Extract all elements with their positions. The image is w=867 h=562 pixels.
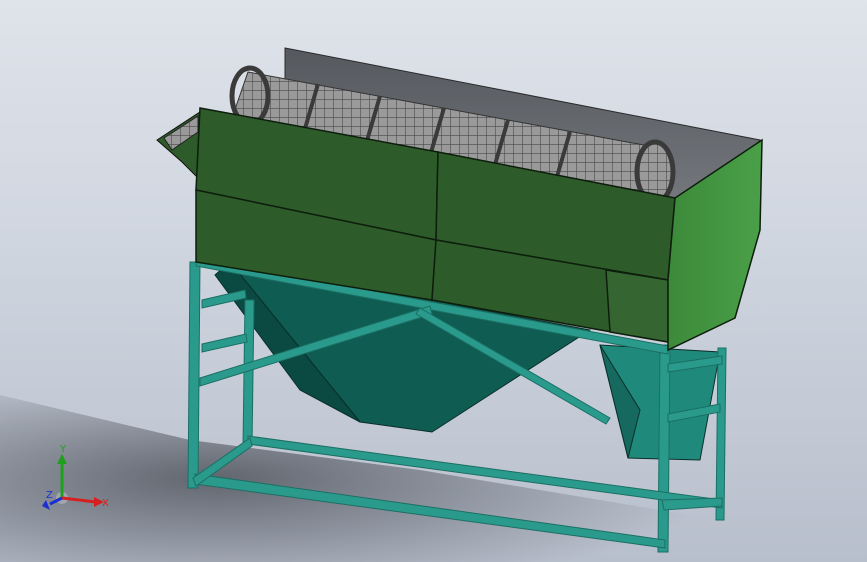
trommel-model bbox=[0, 47, 763, 562]
y-axis-label: Y bbox=[59, 444, 67, 455]
y-axis-arrowhead bbox=[57, 454, 67, 464]
z-axis-arrowhead bbox=[42, 500, 50, 510]
coordinate-triad: Y X Z bbox=[42, 444, 109, 510]
x-axis-label: X bbox=[102, 498, 109, 509]
z-axis-label: Z bbox=[46, 490, 53, 501]
feed-chute bbox=[156, 111, 201, 180]
x-axis-arrow bbox=[61, 496, 97, 504]
cad-viewport[interactable]: Y X Z bbox=[0, 0, 867, 562]
